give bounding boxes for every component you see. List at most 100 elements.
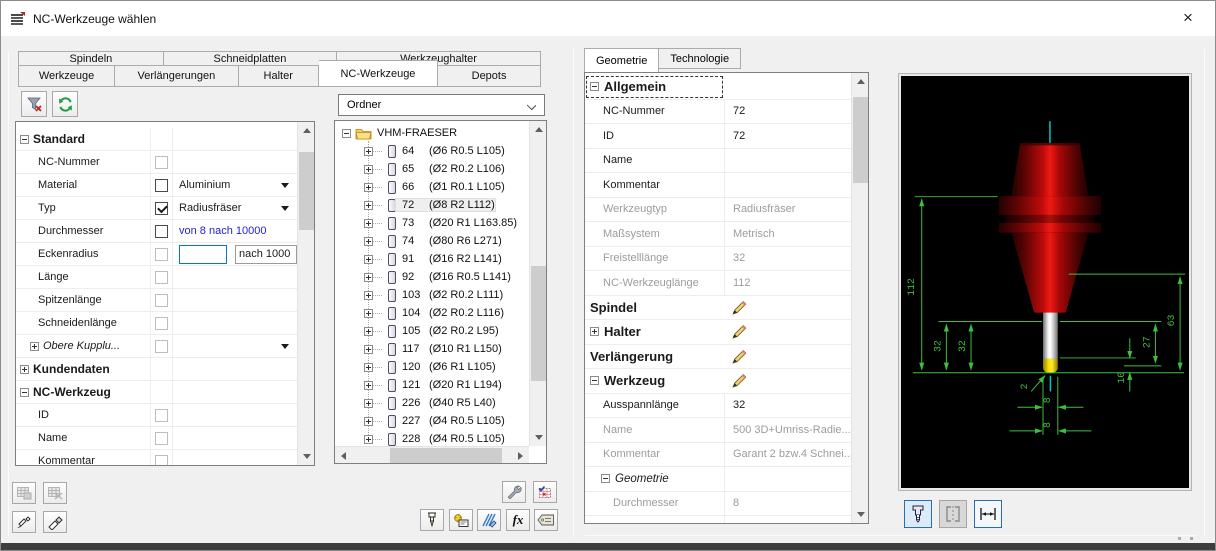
tab-werkzeuge[interactable]: Werkzeuge [18,65,116,87]
tree-folder-vhm-fraeser[interactable]: VHM-FRAESER [335,124,531,142]
expand-icon[interactable] [364,398,373,408]
expand-icon[interactable] [590,327,599,337]
expand-icon[interactable] [364,308,373,318]
expand-icon[interactable] [364,434,373,444]
expand-icon[interactable] [364,380,373,390]
dimensions-toggle[interactable] [974,500,1002,528]
scrollbar-thumb[interactable] [853,97,868,183]
expand-icon[interactable] [364,290,373,300]
tree-item[interactable]: 105 (Ø2 R0.2 L95) [335,322,531,340]
tree-item[interactable]: 103 (Ø2 R0.2 L111) [335,286,531,304]
tree-item[interactable]: 227 (Ø4 R0.5 L105) [335,412,531,430]
checkbox[interactable] [155,270,168,284]
tool-view-toggle[interactable] [904,500,932,528]
scroll-up-button[interactable] [852,73,868,90]
formula-button[interactable]: fx [506,509,530,531]
tool-measure-button[interactable] [420,509,444,531]
tab-verlaengerungen[interactable]: Verlängerungen [115,65,239,87]
tree-mode-dropdown[interactable]: Ordner [338,94,545,116]
tree-item[interactable]: 117 (Ø10 R1 L150) [335,340,531,358]
scroll-down-button[interactable] [530,429,546,446]
filter-delete-button[interactable] [21,91,47,117]
expand-icon[interactable] [364,164,373,174]
expand-icon[interactable] [364,272,373,282]
delete-table-button[interactable] [43,482,67,504]
expand-icon[interactable] [364,344,373,354]
prop-row[interactable]: Ausspannlänge 32 [585,393,853,418]
checkbox[interactable] [155,247,168,261]
durchmesser-range-link[interactable]: von 8 nach 10000 [179,225,266,237]
checkbox[interactable] [155,224,168,238]
save-table-button[interactable] [12,482,36,504]
filter-section-nc-werkzeug[interactable]: NC-Werkzeug [16,381,299,404]
tree-item[interactable]: 66 (Ø1 R0.1 L105) [335,178,531,196]
graphics-edit-button[interactable] [477,509,501,531]
scroll-left-button[interactable] [335,447,352,463]
scroll-down-button[interactable] [852,506,868,523]
collapse-icon[interactable] [20,387,29,397]
tab-halter[interactable]: Halter [238,65,319,87]
prop-row[interactable]: NC-Nummer 72 [585,99,853,124]
prop-section-verlaengerung[interactable]: Verlängerung [585,345,853,369]
tree-item[interactable]: 91 (Ø16 R2 L141) [335,250,531,268]
tree-hscrollbar[interactable] [335,446,529,463]
expand-icon[interactable] [364,362,373,372]
typ-dropdown[interactable]: Radiusfräser [172,197,299,219]
filter-section-standard[interactable]: Standard [16,128,299,151]
expand-icon[interactable] [364,326,373,336]
kupplung-dropdown[interactable] [172,335,299,357]
collapse-icon[interactable] [590,376,599,386]
checkbox[interactable] [155,408,168,422]
checkbox[interactable] [155,316,168,330]
tree-item[interactable]: 92 (Ø16 R0.5 L141) [335,268,531,286]
tool-add-button[interactable] [12,511,36,533]
filter-section-kundendaten[interactable]: Kundendaten [16,358,299,381]
prop-subsection-geometrie[interactable]: Geometrie [585,467,853,492]
section-view-toggle[interactable] [939,500,967,528]
expand-icon[interactable] [364,218,373,228]
tool-edit-button[interactable] [43,511,67,533]
tree-vscrollbar[interactable] [529,121,546,446]
checkbox[interactable] [155,293,168,307]
tab-depots[interactable]: Depots [438,65,541,87]
tab-geometrie[interactable]: Geometrie [584,48,660,72]
refresh-button[interactable] [52,91,78,117]
collapse-icon[interactable] [342,128,351,138]
expand-icon[interactable] [364,236,373,246]
prop-section-spindel[interactable]: Spindel [585,296,853,320]
checkbox[interactable] [155,155,168,169]
tree-item[interactable]: 121 (Ø20 R1 L194) [335,376,531,394]
expand-icon[interactable] [364,200,373,210]
tab-spindeln[interactable]: Spindeln [18,51,164,65]
tool-3d-preview[interactable]: 112 32 32 63 27 10 8 8 2 [898,73,1192,491]
prop-row[interactable]: ID 72 [585,124,853,149]
checkbox[interactable] [155,454,168,465]
prop-row[interactable]: Kommentar [585,173,853,198]
scroll-up-button[interactable] [530,121,546,138]
eckenradius-to-field[interactable]: nach 1000 [235,244,297,264]
prop-row[interactable]: Name [585,148,853,173]
tag-button[interactable] [534,509,558,531]
prop-section-allgemein[interactable]: Allgemein [585,75,853,100]
tab-schneidplatten[interactable]: Schneidplatten [163,51,338,65]
scroll-down-button[interactable] [298,448,314,465]
tree-item[interactable]: 65 (Ø2 R0.2 L106) [335,160,531,178]
resize-grip[interactable] [1178,537,1181,540]
pencil-icon[interactable] [732,373,747,388]
table-check-button[interactable] [533,481,557,503]
collapse-icon[interactable] [20,134,29,144]
scrollbar-thumb[interactable] [531,266,546,381]
expand-icon[interactable] [364,254,373,264]
tree-item[interactable]: 73 (Ø20 R1 L163.85) [335,214,531,232]
expand-icon[interactable] [30,341,39,351]
checkbox[interactable] [155,431,168,445]
tree-item[interactable]: 74 (Ø80 R6 L271) [335,232,531,250]
tool-package-button[interactable] [449,509,473,531]
collapse-icon[interactable] [590,82,599,92]
checkbox[interactable] [155,339,168,353]
expand-icon[interactable] [364,416,373,426]
scrollbar-thumb[interactable] [299,152,314,230]
props-scrollbar[interactable] [851,73,868,523]
expand-icon[interactable] [364,146,373,156]
tree-item[interactable]: 64 (Ø6 R0.5 L105) [335,142,531,160]
